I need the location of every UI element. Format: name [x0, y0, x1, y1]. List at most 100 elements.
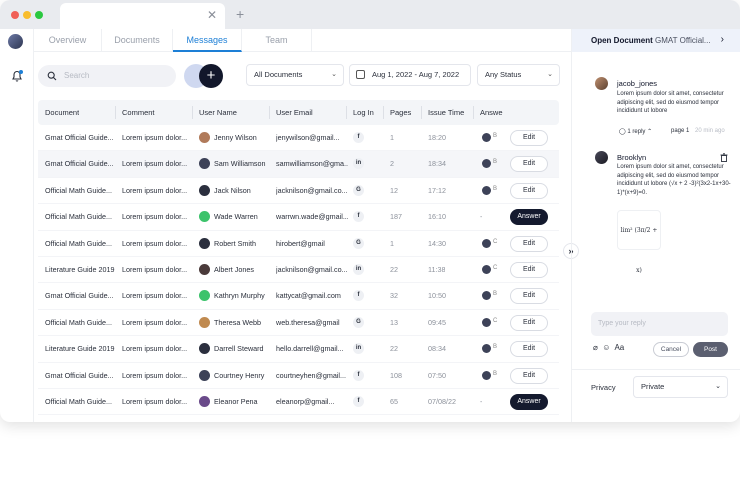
document-cell[interactable]: Gmat Official Guide... [45, 283, 117, 309]
replies-toggle[interactable]: ◯ 1 reply ⌃ [619, 128, 652, 135]
edit-button[interactable]: Edit [510, 367, 548, 384]
issue-time-cell: 18:20 [428, 133, 446, 142]
document-cell[interactable]: Official Math Guide... [45, 204, 117, 230]
column-header-user[interactable]: User Name [199, 100, 237, 125]
user-name-cell: Robert Smith [214, 238, 256, 248]
browser-tab[interactable]: ✕ [60, 3, 225, 29]
plus-icon[interactable]: + [236, 6, 244, 22]
table-row[interactable]: Gmat Official Guide... Lorem ipsum dolor.… [38, 151, 559, 178]
edit-button[interactable]: Edit [510, 314, 548, 331]
table-row[interactable]: Literature Guide 2019 Lorem ipsum dolor..… [38, 257, 559, 284]
pages-cell: 22 [390, 344, 398, 354]
table-row[interactable]: Official Math Guide... Lorem ipsum dolor.… [38, 178, 559, 205]
answer-button[interactable]: Answer [510, 393, 548, 410]
documents-table: Document Comment User Name User Email Log In… [38, 100, 559, 416]
column-header-login[interactable]: Log In [353, 100, 374, 125]
table-row[interactable]: Official Math Guide... Lorem ipsum dolor.… [38, 389, 559, 416]
answer-button[interactable]: Answer [510, 209, 548, 226]
column-header-answer[interactable]: Answer [480, 100, 503, 125]
table-row[interactable]: Literature Guide 2019 Lorem ipsum dolor..… [38, 336, 559, 363]
edit-button[interactable]: Edit [510, 182, 548, 199]
column-divider[interactable] [192, 106, 193, 119]
comment-author: jacob_jones [617, 79, 658, 88]
table-row[interactable]: Gmat Official Guide... Lorem ipsum dolor.… [38, 125, 559, 152]
edit-button[interactable]: Edit [510, 235, 548, 252]
google-icon: G [353, 316, 364, 328]
document-cell[interactable]: Literature Guide 2019 [45, 257, 117, 283]
tab-documents[interactable]: Documents [102, 29, 173, 52]
document-cell[interactable]: Official Math Guide... [45, 389, 117, 415]
column-divider[interactable] [473, 106, 474, 119]
tab-team[interactable]: Team [242, 29, 312, 52]
column-header-comment[interactable]: Comment [122, 100, 155, 125]
close-icon[interactable]: ✕ [207, 8, 217, 22]
pages-cell: 1 [390, 238, 394, 248]
facebook-icon: f [353, 211, 364, 223]
maximize-window-button[interactable] [35, 11, 43, 19]
user-name-cell: Theresa Webb [214, 317, 262, 327]
answer-cell: C [493, 238, 498, 245]
column-header-time[interactable]: Issue Time [428, 100, 464, 125]
chevron-down-icon: ⌄ [331, 71, 337, 78]
privacy-dropdown[interactable]: Private ⌄ [633, 376, 728, 398]
edit-button[interactable]: Edit [510, 288, 548, 305]
column-header-document[interactable]: Document [45, 100, 79, 125]
column-divider[interactable] [269, 106, 270, 119]
post-button[interactable]: Post [693, 342, 728, 357]
cancel-button[interactable]: Cancel [653, 342, 689, 357]
minimize-window-button[interactable] [23, 11, 31, 19]
edit-button[interactable]: Edit [510, 261, 548, 278]
column-divider[interactable] [115, 106, 116, 119]
document-cell[interactable]: Official Math Guide... [45, 178, 117, 204]
column-divider[interactable] [346, 106, 347, 119]
avatar [482, 344, 491, 354]
user-email-cell: hirobert@gmail [276, 238, 325, 248]
emoji-icon[interactable]: ☺ [602, 343, 610, 352]
column-header-pages[interactable]: Pages [390, 100, 411, 125]
table-row[interactable]: Official Math Guide... Lorem ipsum dolor.… [38, 310, 559, 337]
linkedin-icon: in [353, 158, 364, 170]
issue-time-cell: 14:30 [428, 238, 446, 248]
issue-time-cell: 07:50 [428, 370, 446, 380]
column-divider[interactable] [421, 106, 422, 119]
avatar [482, 264, 491, 274]
avatar[interactable] [8, 34, 23, 49]
avatar [595, 77, 608, 90]
avatar [482, 159, 491, 169]
reply-input[interactable]: Type your reply [591, 312, 728, 336]
table-row[interactable]: Gmat Official Guide... Lorem ipsum dolor.… [38, 283, 559, 310]
tab-messages[interactable]: Messages [173, 29, 242, 52]
text-format-button[interactable]: Aa [614, 343, 624, 352]
close-window-button[interactable] [11, 11, 19, 19]
edit-button[interactable]: Edit [510, 341, 548, 358]
clip-icon[interactable]: ⌀ [593, 343, 598, 352]
document-cell[interactable]: Gmat Official Guide... [45, 125, 117, 151]
facebook-icon: f [353, 395, 364, 407]
chevron-right-icon[interactable]: › [721, 34, 724, 45]
avatar [199, 184, 210, 196]
status-filter-dropdown[interactable]: Any Status ⌄ [477, 64, 560, 86]
add-user-button[interactable]: + [199, 64, 223, 88]
document-cell[interactable]: Official Math Guide... [45, 310, 117, 336]
open-document-header[interactable]: Open Document GMAT Official... › [572, 29, 740, 52]
document-cell[interactable]: Literature Guide 2019 [45, 336, 117, 362]
edit-button[interactable]: Edit [510, 130, 548, 146]
date-range-picker[interactable]: Aug 1, 2022 - Aug 7, 2022 [349, 64, 471, 86]
avatar [199, 290, 210, 302]
column-header-email[interactable]: User Email [276, 100, 313, 125]
column-divider[interactable] [383, 106, 384, 119]
comments-panel: Open Document GMAT Official... › jacob_j… [571, 29, 740, 422]
documents-filter-dropdown[interactable]: All Documents ⌄ [246, 64, 344, 86]
table-row[interactable]: Official Math Guide... Lorem ipsum dolor.… [38, 231, 559, 257]
document-cell[interactable]: Official Math Guide... [45, 231, 117, 257]
document-cell[interactable]: Gmat Official Guide... [45, 151, 117, 177]
bell-icon[interactable] [10, 69, 24, 83]
trash-icon[interactable] [720, 153, 728, 162]
search-input[interactable]: Search [38, 65, 176, 87]
table-row[interactable]: Official Math Guide... Lorem ipsum dolor.… [38, 204, 559, 231]
tab-overview[interactable]: Overview [34, 29, 102, 52]
edit-button[interactable]: Edit [510, 156, 548, 173]
table-row[interactable]: Gmat Official Guide... Lorem ipsum dolor.… [38, 363, 559, 389]
user-email-cell: warrwn.wade@gmail... [276, 212, 348, 222]
document-cell[interactable]: Gmat Official Guide... [45, 363, 117, 389]
